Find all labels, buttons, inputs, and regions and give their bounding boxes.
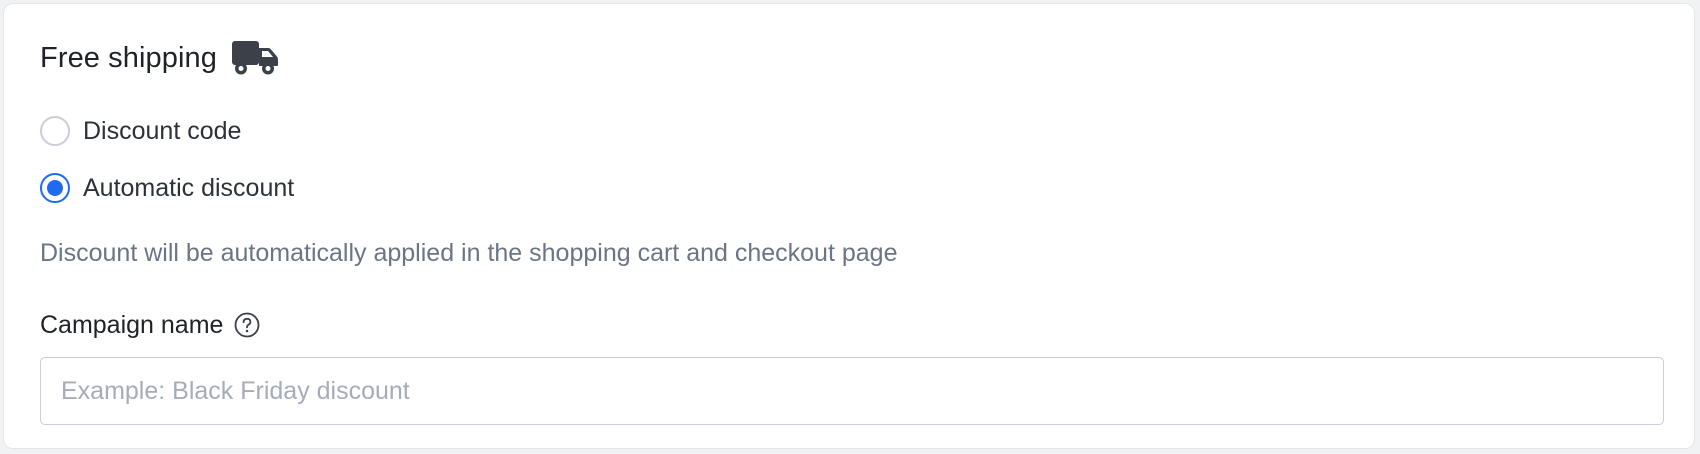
campaign-name-label: Campaign name (40, 310, 224, 339)
question-circle-icon[interactable] (233, 311, 261, 339)
automatic-discount-help-text: Discount will be automatically applied i… (40, 239, 898, 267)
card-title: Free shipping (40, 41, 218, 74)
radio-button-discount-code[interactable] (40, 116, 70, 146)
campaign-name-input[interactable] (40, 357, 1664, 425)
radio-option-automatic-discount[interactable]: Automatic discount (40, 170, 294, 206)
radio-label-automatic-discount: Automatic discount (83, 173, 295, 202)
campaign-name-label-row: Campaign name (40, 307, 261, 343)
radio-label-discount-code: Discount code (83, 116, 242, 145)
card-header: Free shipping (40, 36, 279, 80)
radio-button-automatic-discount[interactable] (40, 173, 70, 203)
truck-icon (232, 41, 279, 75)
free-shipping-card: Free shipping Discount code Automatic di… (3, 3, 1695, 449)
radio-option-discount-code[interactable]: Discount code (40, 113, 241, 149)
